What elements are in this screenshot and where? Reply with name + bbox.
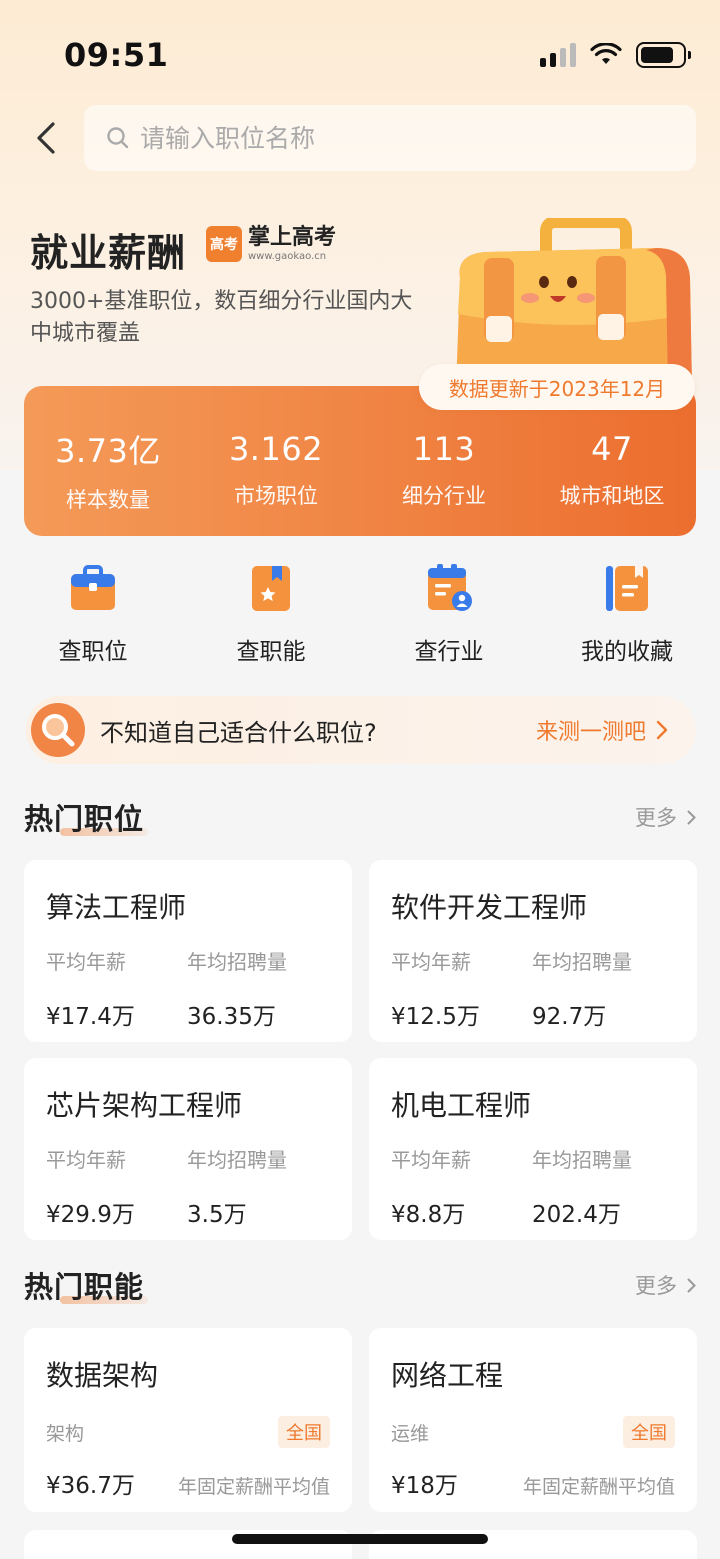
- job-title: 软件开发工程师: [391, 891, 588, 924]
- hot-functions-more-link[interactable]: 更多: [635, 1270, 696, 1300]
- stat-label: 样本数量: [66, 488, 150, 512]
- brand-url: www.gaokao.cn: [248, 250, 327, 262]
- quick-nav-search-functions[interactable]: 查职能: [182, 560, 360, 666]
- stat-cities: 47 城市和地区: [528, 430, 696, 510]
- notebook-icon: [599, 560, 655, 616]
- more-label: 更多: [635, 1274, 677, 1298]
- quick-nav-label: 我的收藏: [581, 639, 673, 665]
- hot-jobs-header: 热门职位 更多: [24, 796, 696, 838]
- chevron-right-icon: [656, 720, 668, 740]
- stat-label: 细分行业: [402, 484, 486, 508]
- function-card[interactable]: 网络工程 运维 全国 ¥18万 年固定薪酬平均值: [369, 1328, 697, 1512]
- hot-jobs-more-link[interactable]: 更多: [635, 802, 696, 832]
- salary-value: ¥17.4万: [46, 1004, 135, 1030]
- briefcase-icon: [65, 560, 121, 616]
- quiz-link[interactable]: 来测一测吧: [536, 714, 668, 746]
- brand-logo: 高考 掌上高考 www.gaokao.cn: [206, 226, 336, 262]
- stat-label: 城市和地区: [559, 484, 665, 508]
- job-title: 芯片架构工程师: [46, 1089, 243, 1122]
- salary-value: ¥36.7万: [46, 1473, 135, 1499]
- salary-note: 年固定薪酬平均值: [522, 1476, 675, 1498]
- salary-value: ¥29.9万: [46, 1202, 135, 1228]
- data-update-badge: 数据更新于2023年12月: [419, 364, 695, 410]
- stat-value: 3.73亿: [55, 432, 161, 470]
- quick-nav-search-industries[interactable]: 查行业: [360, 560, 538, 666]
- section-title: 热门职能: [24, 1264, 149, 1306]
- job-card[interactable]: 软件开发工程师 平均年薪 ¥12.5万 年均招聘量 92.7万: [369, 860, 697, 1042]
- hero-subtitle: 3000+基准职位，数百细分行业国内大中城市覆盖: [30, 289, 413, 346]
- quiz-link-label: 来测一测吧: [535, 720, 646, 745]
- salary-value: ¥12.5万: [391, 1004, 480, 1030]
- job-title: 算法工程师: [46, 891, 187, 924]
- more-label: 更多: [635, 806, 677, 830]
- salary-value: ¥8.8万: [391, 1202, 466, 1228]
- job-card[interactable]: 芯片架构工程师 平均年薪 ¥29.9万 年均招聘量 3.5万: [24, 1058, 352, 1240]
- job-card[interactable]: 机电工程师 平均年薪 ¥8.8万 年均招聘量 202.4万: [369, 1058, 697, 1240]
- stat-value: 3.162: [228, 430, 324, 468]
- function-title: 网络工程: [391, 1359, 504, 1392]
- hiring-label: 年均招聘量: [532, 1148, 632, 1172]
- search-icon: [107, 127, 129, 149]
- region-badge: 全国: [623, 1416, 675, 1448]
- hiring-label: 年均招聘量: [187, 1148, 287, 1172]
- career-quiz-banner[interactable]: 不知道自己适合什么职位? 来测一测吧: [26, 696, 696, 764]
- salary-note: 年固定薪酬平均值: [177, 1476, 330, 1498]
- wifi-icon: [590, 43, 622, 64]
- status-time: 09:51: [64, 36, 169, 74]
- clipboard-person-icon: [421, 560, 477, 616]
- back-button[interactable]: [26, 116, 66, 160]
- chevron-right-icon: [687, 810, 696, 824]
- quick-nav-label: 查行业: [414, 639, 484, 665]
- stat-industries: 113 细分行业: [360, 430, 528, 510]
- bookmark-star-icon: [243, 560, 299, 616]
- magnifier-icon: [31, 703, 85, 757]
- page-title: 就业薪酬: [30, 231, 187, 275]
- stat-label: 市场职位: [234, 484, 318, 508]
- section-title: 热门职位: [24, 796, 149, 838]
- quick-nav-label: 查职能: [236, 639, 306, 665]
- chevron-left-icon: [37, 122, 55, 154]
- quick-nav-label: 查职位: [58, 639, 128, 665]
- stat-value: 113: [412, 430, 476, 468]
- quick-nav-favorites[interactable]: 我的收藏: [538, 560, 716, 666]
- salary-label: 平均年薪: [46, 950, 126, 974]
- search-input[interactable]: [140, 123, 680, 153]
- battery-icon: [636, 42, 691, 68]
- salary-label: 平均年薪: [391, 950, 471, 974]
- home-indicator[interactable]: [232, 1534, 488, 1544]
- salary-value: ¥18万: [391, 1473, 458, 1499]
- status-icons: [540, 42, 691, 68]
- hiring-value: 36.35万: [187, 1004, 276, 1030]
- quick-nav: 查职位 查职能 查行业 我的收藏: [0, 560, 720, 666]
- brand-name: 掌上高考: [248, 224, 337, 250]
- function-title: 数据架构: [46, 1359, 159, 1392]
- stat-value: 47: [591, 430, 633, 468]
- cellular-signal-icon: [540, 43, 576, 67]
- hot-functions-header: 热门职能 更多: [24, 1264, 696, 1306]
- quiz-prompt: 不知道自己适合什么职位?: [100, 718, 377, 747]
- quick-nav-search-jobs[interactable]: 查职位: [4, 560, 182, 666]
- stat-market-positions: 3.162 市场职位: [192, 430, 360, 510]
- stat-sample-count: 3.73亿 样本数量: [24, 426, 192, 514]
- hiring-label: 年均招聘量: [532, 950, 632, 974]
- search-bar[interactable]: [84, 105, 696, 171]
- function-category: 架构: [46, 1422, 85, 1445]
- function-category: 运维: [391, 1422, 430, 1445]
- job-card[interactable]: 算法工程师 平均年薪 ¥17.4万 年均招聘量 36.35万: [24, 860, 352, 1042]
- region-badge: 全国: [278, 1416, 330, 1448]
- hiring-label: 年均招聘量: [187, 950, 287, 974]
- hiring-value: 202.4万: [532, 1202, 621, 1228]
- chevron-right-icon: [687, 1278, 696, 1292]
- status-bar: 09:51: [0, 0, 720, 100]
- salary-label: 平均年薪: [46, 1148, 126, 1172]
- hiring-value: 3.5万: [187, 1202, 247, 1228]
- function-card[interactable]: 数据架构 架构 全国 ¥36.7万 年固定薪酬平均值: [24, 1328, 352, 1512]
- salary-label: 平均年薪: [391, 1148, 471, 1172]
- hiring-value: 92.7万: [532, 1004, 607, 1030]
- job-title: 机电工程师: [391, 1089, 532, 1122]
- brand-logo-mark: 高考: [206, 226, 242, 262]
